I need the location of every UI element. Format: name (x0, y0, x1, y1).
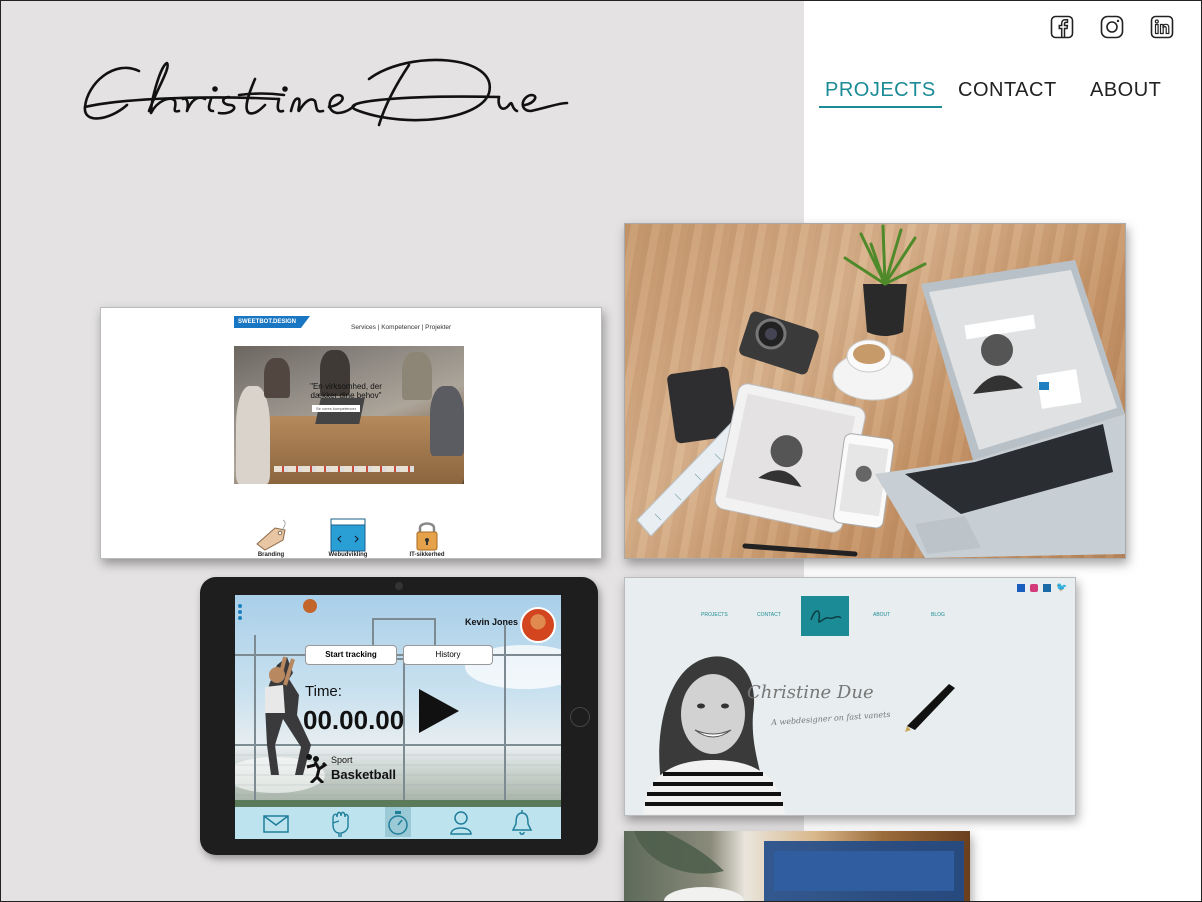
tablet-user-name: Kevin Jones (465, 617, 519, 627)
tag-icon (256, 519, 286, 551)
start-tracking-button[interactable]: Start tracking (305, 645, 397, 665)
tablet-screen: Kevin Jones Start tracking History Time:… (235, 595, 561, 839)
project-card-desk-mockup[interactable] (624, 223, 1126, 559)
sport-value: Basketball (331, 767, 397, 782)
portfolio-nav-contact: CONTACT (757, 612, 781, 618)
portfolio-logo-box (801, 596, 849, 636)
project-card-sweetbot[interactable]: SWEETBOT.DESIGN Services | Kompetencer |… (100, 307, 602, 559)
portfolio-logo-text: Christine Due (747, 682, 874, 703)
tablet-home-button (570, 707, 590, 727)
play-icon[interactable] (419, 689, 459, 733)
sweetbot-quote-line2: dækker dine behov" (310, 391, 382, 401)
page: PROJECTS CONTACT ABOUT SWEETBOT.DESIGN S… (0, 0, 1202, 902)
linkedin-icon[interactable] (1150, 15, 1174, 39)
tablet-camera (395, 582, 403, 590)
time-value: 00.00.00 (303, 705, 405, 735)
history-button[interactable]: History (403, 645, 493, 665)
nav-about[interactable]: ABOUT (1090, 79, 1161, 102)
desk-mockup-image (636, 224, 1125, 558)
portfolio-nav-about: ABOUT (873, 612, 891, 618)
sweetbot-quote-button: Se vores kompetencer (312, 405, 361, 412)
browser-icon (330, 518, 366, 552)
stopwatch-icon[interactable] (387, 810, 409, 836)
project-card-portfolio[interactable]: PROJECTS CONTACT ABOUT BLOG 🐦 Christine … (624, 577, 1076, 816)
avatar[interactable] (520, 607, 556, 643)
project-card-tracking-app[interactable]: Kevin Jones Start tracking History Time:… (200, 577, 598, 855)
instagram-icon (1030, 584, 1038, 592)
linkedin-icon (1043, 584, 1051, 592)
basketball-player-icon (306, 754, 328, 783)
signature-logo[interactable] (79, 49, 569, 139)
portfolio-portrait (643, 656, 785, 814)
lock-icon (416, 522, 438, 551)
instagram-icon[interactable] (1100, 15, 1124, 39)
project-card-plant[interactable] (624, 831, 970, 901)
portfolio-nav-projects: PROJECTS (701, 612, 728, 618)
fist-icon[interactable] (329, 809, 351, 837)
mail-icon[interactable] (263, 815, 289, 833)
facebook-icon[interactable] (1050, 15, 1074, 39)
sweetbot-nav: Services | Kompetencer | Projekter (351, 324, 452, 331)
sweetbot-icon-label-web: Webudvikling (328, 552, 368, 558)
plant-photo-image (634, 831, 964, 901)
time-label: Time: (305, 683, 342, 700)
nav-projects[interactable]: PROJECTS (819, 79, 942, 108)
profile-icon[interactable] (449, 810, 473, 836)
twitter-icon: 🐦 (1056, 582, 1068, 592)
bell-icon[interactable] (511, 810, 533, 836)
tablet-tab-bar (235, 807, 561, 839)
sweetbot-quote-line1: "En virksomhed, der (310, 382, 382, 391)
kebab-menu-icon[interactable] (237, 603, 243, 623)
sport-label: Sport (331, 755, 353, 765)
pen-icon (905, 684, 955, 732)
sweetbot-quote: "En virksomhed, der dækker dine behov" (286, 382, 406, 400)
facebook-icon (1017, 584, 1025, 592)
sweetbot-hero-image: "En virksomhed, der dækker dine behov" S… (234, 346, 464, 484)
nav-contact[interactable]: CONTACT (958, 79, 1057, 102)
sweetbot-icon-label-security: IT-sikkerhed (409, 552, 445, 558)
sweetbot-brand: SWEETBOT.DESIGN (234, 316, 311, 328)
portfolio-nav-blog: BLOG (931, 612, 945, 618)
sweetbot-icon-label-branding: Branding (257, 552, 285, 558)
